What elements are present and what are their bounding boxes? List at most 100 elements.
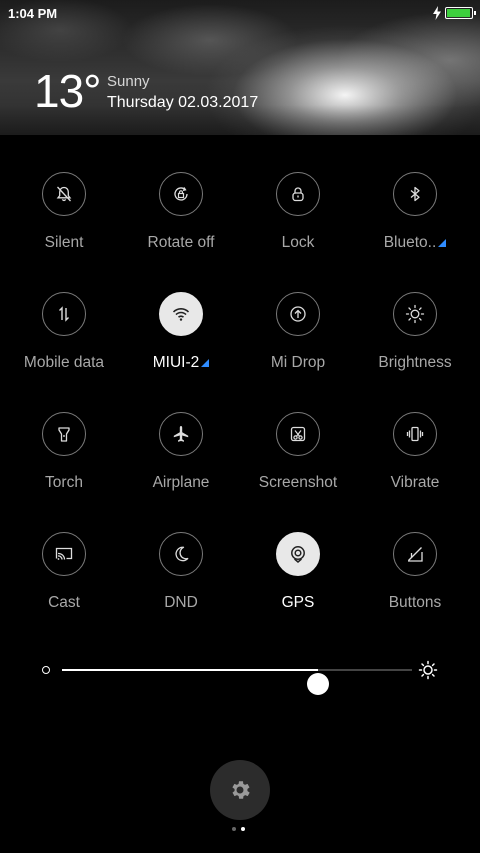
bluetooth-icon <box>410 186 420 202</box>
toggle-buttons[interactable]: Buttons <box>357 532 473 632</box>
battery-fill <box>447 9 470 17</box>
toggle-mobile-data[interactable]: Mobile data <box>6 292 122 392</box>
toggle-label: DND <box>123 594 239 612</box>
toggle-blueto[interactable]: Blueto.. <box>357 172 473 272</box>
status-bar: 1:04 PM <box>0 0 480 28</box>
toggle-label: Airplane <box>123 474 239 492</box>
toggle-button[interactable] <box>159 172 203 216</box>
vibrate-icon <box>406 426 424 442</box>
toggle-dnd[interactable]: DND <box>123 532 239 632</box>
bell-off-icon <box>56 186 72 202</box>
toggle-button[interactable] <box>42 412 86 456</box>
gps-icon <box>291 546 305 563</box>
toggle-button[interactable] <box>159 412 203 456</box>
toggle-label-text: Mobile data <box>23 354 105 371</box>
toggle-screenshot[interactable]: Screenshot <box>240 412 356 512</box>
toggle-brightness[interactable]: Brightness <box>357 292 473 392</box>
toggle-label-text: Torch <box>45 474 83 491</box>
toggle-label: Mi Drop <box>240 354 356 372</box>
toggle-button[interactable] <box>159 532 203 576</box>
toggle-label: Torch <box>6 474 122 492</box>
brightness-high-icon <box>418 660 438 680</box>
status-time: 1:04 PM <box>8 6 58 21</box>
mobile-data-icon <box>59 306 69 322</box>
toggle-cast[interactable]: Cast <box>6 532 122 632</box>
mi-drop-icon <box>290 306 306 322</box>
toggle-label-text: Lock <box>281 234 315 251</box>
toggle-button[interactable] <box>276 412 320 456</box>
toggle-label: GPS <box>240 594 356 612</box>
toggle-label: Vibrate <box>357 474 473 492</box>
lock-icon <box>292 187 304 202</box>
toggle-label-text: Airplane <box>152 474 210 491</box>
buttons-icon <box>408 547 423 562</box>
toggle-button[interactable] <box>393 412 437 456</box>
page-dot-1 <box>232 827 236 831</box>
toggle-label: Lock <box>240 234 356 252</box>
brightness-thumb[interactable] <box>306 673 329 695</box>
toggle-label: Blueto.. <box>357 234 473 252</box>
toggle-rotate-off[interactable]: Rotate off <box>123 172 239 272</box>
toggle-button[interactable] <box>393 532 437 576</box>
toggle-button[interactable] <box>393 292 437 336</box>
rotate-lock-icon <box>174 187 188 201</box>
toggle-button[interactable] <box>42 172 86 216</box>
toggle-label-text: Mi Drop <box>270 354 326 371</box>
toggle-label-text: DND <box>164 594 198 611</box>
toggle-button[interactable] <box>42 292 86 336</box>
toggle-label-text: Silent <box>44 234 84 251</box>
toggle-label-text: Brightness <box>378 354 452 371</box>
settings-button[interactable] <box>210 760 270 820</box>
toggle-label: Mobile data <box>6 354 122 372</box>
weather-date: Thursday 02.03.2017 <box>107 94 259 111</box>
airplane-icon <box>173 426 189 442</box>
brightness-track-fill <box>62 669 318 671</box>
toggle-mi-drop[interactable]: Mi Drop <box>240 292 356 392</box>
wifi-icon <box>172 308 190 321</box>
brightness-icon <box>405 304 425 324</box>
scissors-icon <box>290 426 306 442</box>
toggle-button[interactable] <box>276 172 320 216</box>
toggle-gps[interactable]: GPS <box>240 532 356 632</box>
toggle-label: Screenshot <box>240 474 356 492</box>
toggle-miui-2[interactable]: MIUI-2 <box>123 292 239 392</box>
moon-icon <box>175 546 189 562</box>
page-dot-2 <box>241 827 245 831</box>
toggle-button[interactable] <box>42 532 86 576</box>
toggle-lock[interactable]: Lock <box>240 172 356 272</box>
toggle-vibrate[interactable]: Vibrate <box>357 412 473 512</box>
expand-menu-icon[interactable] <box>438 239 447 247</box>
toggle-label: Brightness <box>357 354 473 372</box>
toggle-label: Cast <box>6 594 122 612</box>
toggle-label-text: Vibrate <box>390 474 440 491</box>
toggle-button[interactable] <box>276 292 320 336</box>
torch-icon <box>58 427 70 442</box>
toggle-button[interactable] <box>393 172 437 216</box>
cast-icon <box>55 547 73 560</box>
charging-icon <box>433 6 441 20</box>
toggle-label: Rotate off <box>123 234 239 252</box>
toggle-button[interactable] <box>276 532 320 576</box>
brightness-low-icon <box>42 666 50 674</box>
toggle-label-text: Blueto.. <box>383 234 437 251</box>
toggle-silent[interactable]: Silent <box>6 172 122 272</box>
toggle-label-text: MIUI-2 <box>152 354 200 371</box>
toggle-label-text: GPS <box>281 594 315 611</box>
toggle-label-text: Rotate off <box>147 234 215 251</box>
weather-condition: Sunny <box>107 73 150 90</box>
toggle-label: MIUI-2 <box>123 354 239 372</box>
expand-menu-icon[interactable] <box>201 359 210 367</box>
gear-icon <box>232 781 250 799</box>
battery-icon <box>445 7 476 19</box>
toggle-airplane[interactable]: Airplane <box>123 412 239 512</box>
toggle-label: Silent <box>6 234 122 252</box>
toggle-label-text: Buttons <box>388 594 442 611</box>
page-indicator <box>232 827 248 833</box>
temperature: 13° <box>34 65 102 117</box>
brightness-slider[interactable] <box>40 655 440 695</box>
toggle-label-text: Screenshot <box>258 474 338 491</box>
toggle-button[interactable] <box>159 292 203 336</box>
toggle-label-text: Cast <box>48 594 80 611</box>
toggle-torch[interactable]: Torch <box>6 412 122 512</box>
brightness-track[interactable] <box>62 669 412 695</box>
